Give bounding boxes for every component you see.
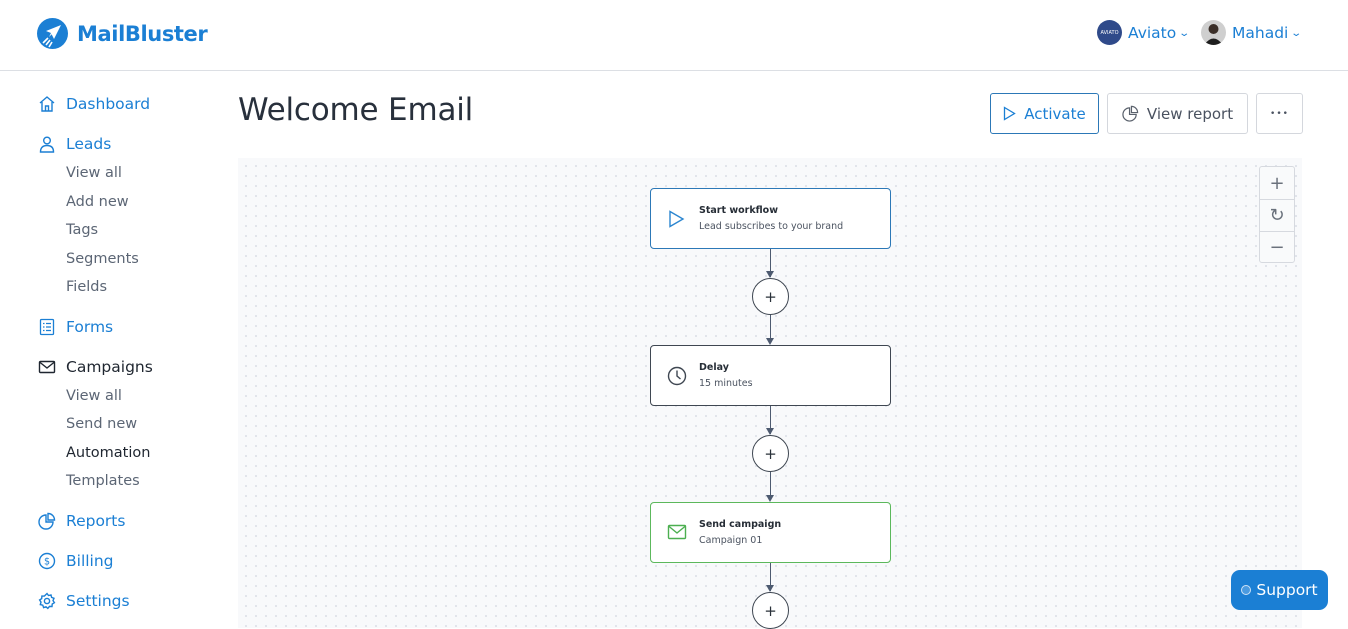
svg-text:$: $ <box>44 557 50 568</box>
dollar-circle-icon: $ <box>38 552 56 570</box>
connector-arrow <box>766 338 774 345</box>
workflow-node-start[interactable]: Start workflow Lead subscribes to your b… <box>650 188 891 249</box>
zoom-controls: + ↻ − <box>1259 166 1295 263</box>
workflow-node-delay[interactable]: Delay 15 minutes <box>650 345 891 406</box>
sidebar-campaigns-automation[interactable]: Automation <box>66 445 150 461</box>
support-button[interactable]: Support <box>1231 570 1328 610</box>
user-avatar <box>1201 20 1226 45</box>
more-options-button[interactable]: ••• <box>1256 93 1303 134</box>
sidebar-leads-segments[interactable]: Segments <box>66 251 139 267</box>
connector-line <box>770 472 771 497</box>
add-step-button[interactable]: + <box>752 592 789 629</box>
pie-chart-icon <box>38 512 56 530</box>
node-title: Send campaign <box>699 519 782 530</box>
home-icon <box>38 95 56 113</box>
add-step-button[interactable]: + <box>752 278 789 315</box>
sidebar-leads-tags[interactable]: Tags <box>66 222 98 238</box>
sidebar-leads-view-all[interactable]: View all <box>66 165 122 181</box>
user-menu[interactable]: Mahadi ⌄ <box>1201 20 1303 45</box>
workflow-canvas[interactable]: Start workflow Lead subscribes to your b… <box>238 158 1302 629</box>
clock-icon <box>667 366 687 386</box>
workspace-name: Aviato <box>1128 23 1177 42</box>
mail-icon <box>38 358 56 376</box>
sidebar-leads-fields[interactable]: Fields <box>66 279 107 295</box>
form-list-icon <box>38 318 56 336</box>
node-subtitle: Campaign 01 <box>699 535 763 546</box>
sidebar-campaigns-send-new[interactable]: Send new <box>66 416 137 432</box>
activate-button[interactable]: Activate <box>990 93 1099 134</box>
node-subtitle: 15 minutes <box>699 378 753 389</box>
sidebar-campaigns-templates[interactable]: Templates <box>66 473 140 489</box>
workflow-node-send-campaign[interactable]: Send campaign Campaign 01 <box>650 502 891 563</box>
page-title: Welcome Email <box>238 92 474 128</box>
connector-arrow <box>766 271 774 278</box>
support-status-icon <box>1241 585 1252 595</box>
sidebar-item-billing[interactable]: $ Billing <box>38 552 114 570</box>
sidebar-campaigns-view-all[interactable]: View all <box>66 388 122 404</box>
play-icon <box>667 209 687 229</box>
connector-arrow <box>766 428 774 435</box>
chevron-down-icon: ⌄ <box>1290 27 1303 39</box>
connector-arrow <box>766 495 774 502</box>
pie-chart-icon <box>1122 105 1139 122</box>
view-report-button[interactable]: View report <box>1107 93 1248 134</box>
brand-name: MailBluster <box>77 21 208 46</box>
mail-icon <box>667 523 687 543</box>
workspace-switcher[interactable]: AVIATO Aviato ⌄ <box>1097 20 1191 45</box>
logo[interactable]: MailBluster <box>37 18 208 49</box>
reset-zoom-button[interactable]: ↻ <box>1260 199 1294 231</box>
sidebar-item-settings[interactable]: Settings <box>38 592 130 610</box>
gear-icon <box>38 592 56 610</box>
connector-arrow <box>766 585 774 592</box>
logo-icon <box>37 18 68 49</box>
play-icon <box>1003 106 1017 121</box>
top-bar: MailBluster AVIATO Aviato ⌄ Mahadi ⌄ <box>0 0 1348 71</box>
sidebar-item-reports[interactable]: Reports <box>38 512 125 530</box>
zoom-in-button[interactable]: + <box>1260 167 1294 199</box>
node-title: Start workflow <box>699 205 778 216</box>
sidebar-item-leads[interactable]: Leads <box>38 135 111 153</box>
user-icon <box>38 135 56 153</box>
add-step-button[interactable]: + <box>752 435 789 472</box>
sidebar-leads-add-new[interactable]: Add new <box>66 194 129 210</box>
sidebar-item-dashboard[interactable]: Dashboard <box>38 95 150 113</box>
sidebar-item-campaigns[interactable]: Campaigns <box>38 358 153 376</box>
sidebar-item-forms[interactable]: Forms <box>38 318 113 336</box>
node-subtitle: Lead subscribes to your brand <box>699 221 844 232</box>
chevron-down-icon: ⌄ <box>1178 27 1191 39</box>
more-icon: ••• <box>1270 108 1289 119</box>
user-name: Mahadi <box>1232 23 1289 42</box>
connector-line <box>770 315 771 340</box>
node-title: Delay <box>699 362 729 373</box>
zoom-out-button[interactable]: − <box>1260 231 1294 263</box>
workspace-avatar: AVIATO <box>1097 20 1122 45</box>
